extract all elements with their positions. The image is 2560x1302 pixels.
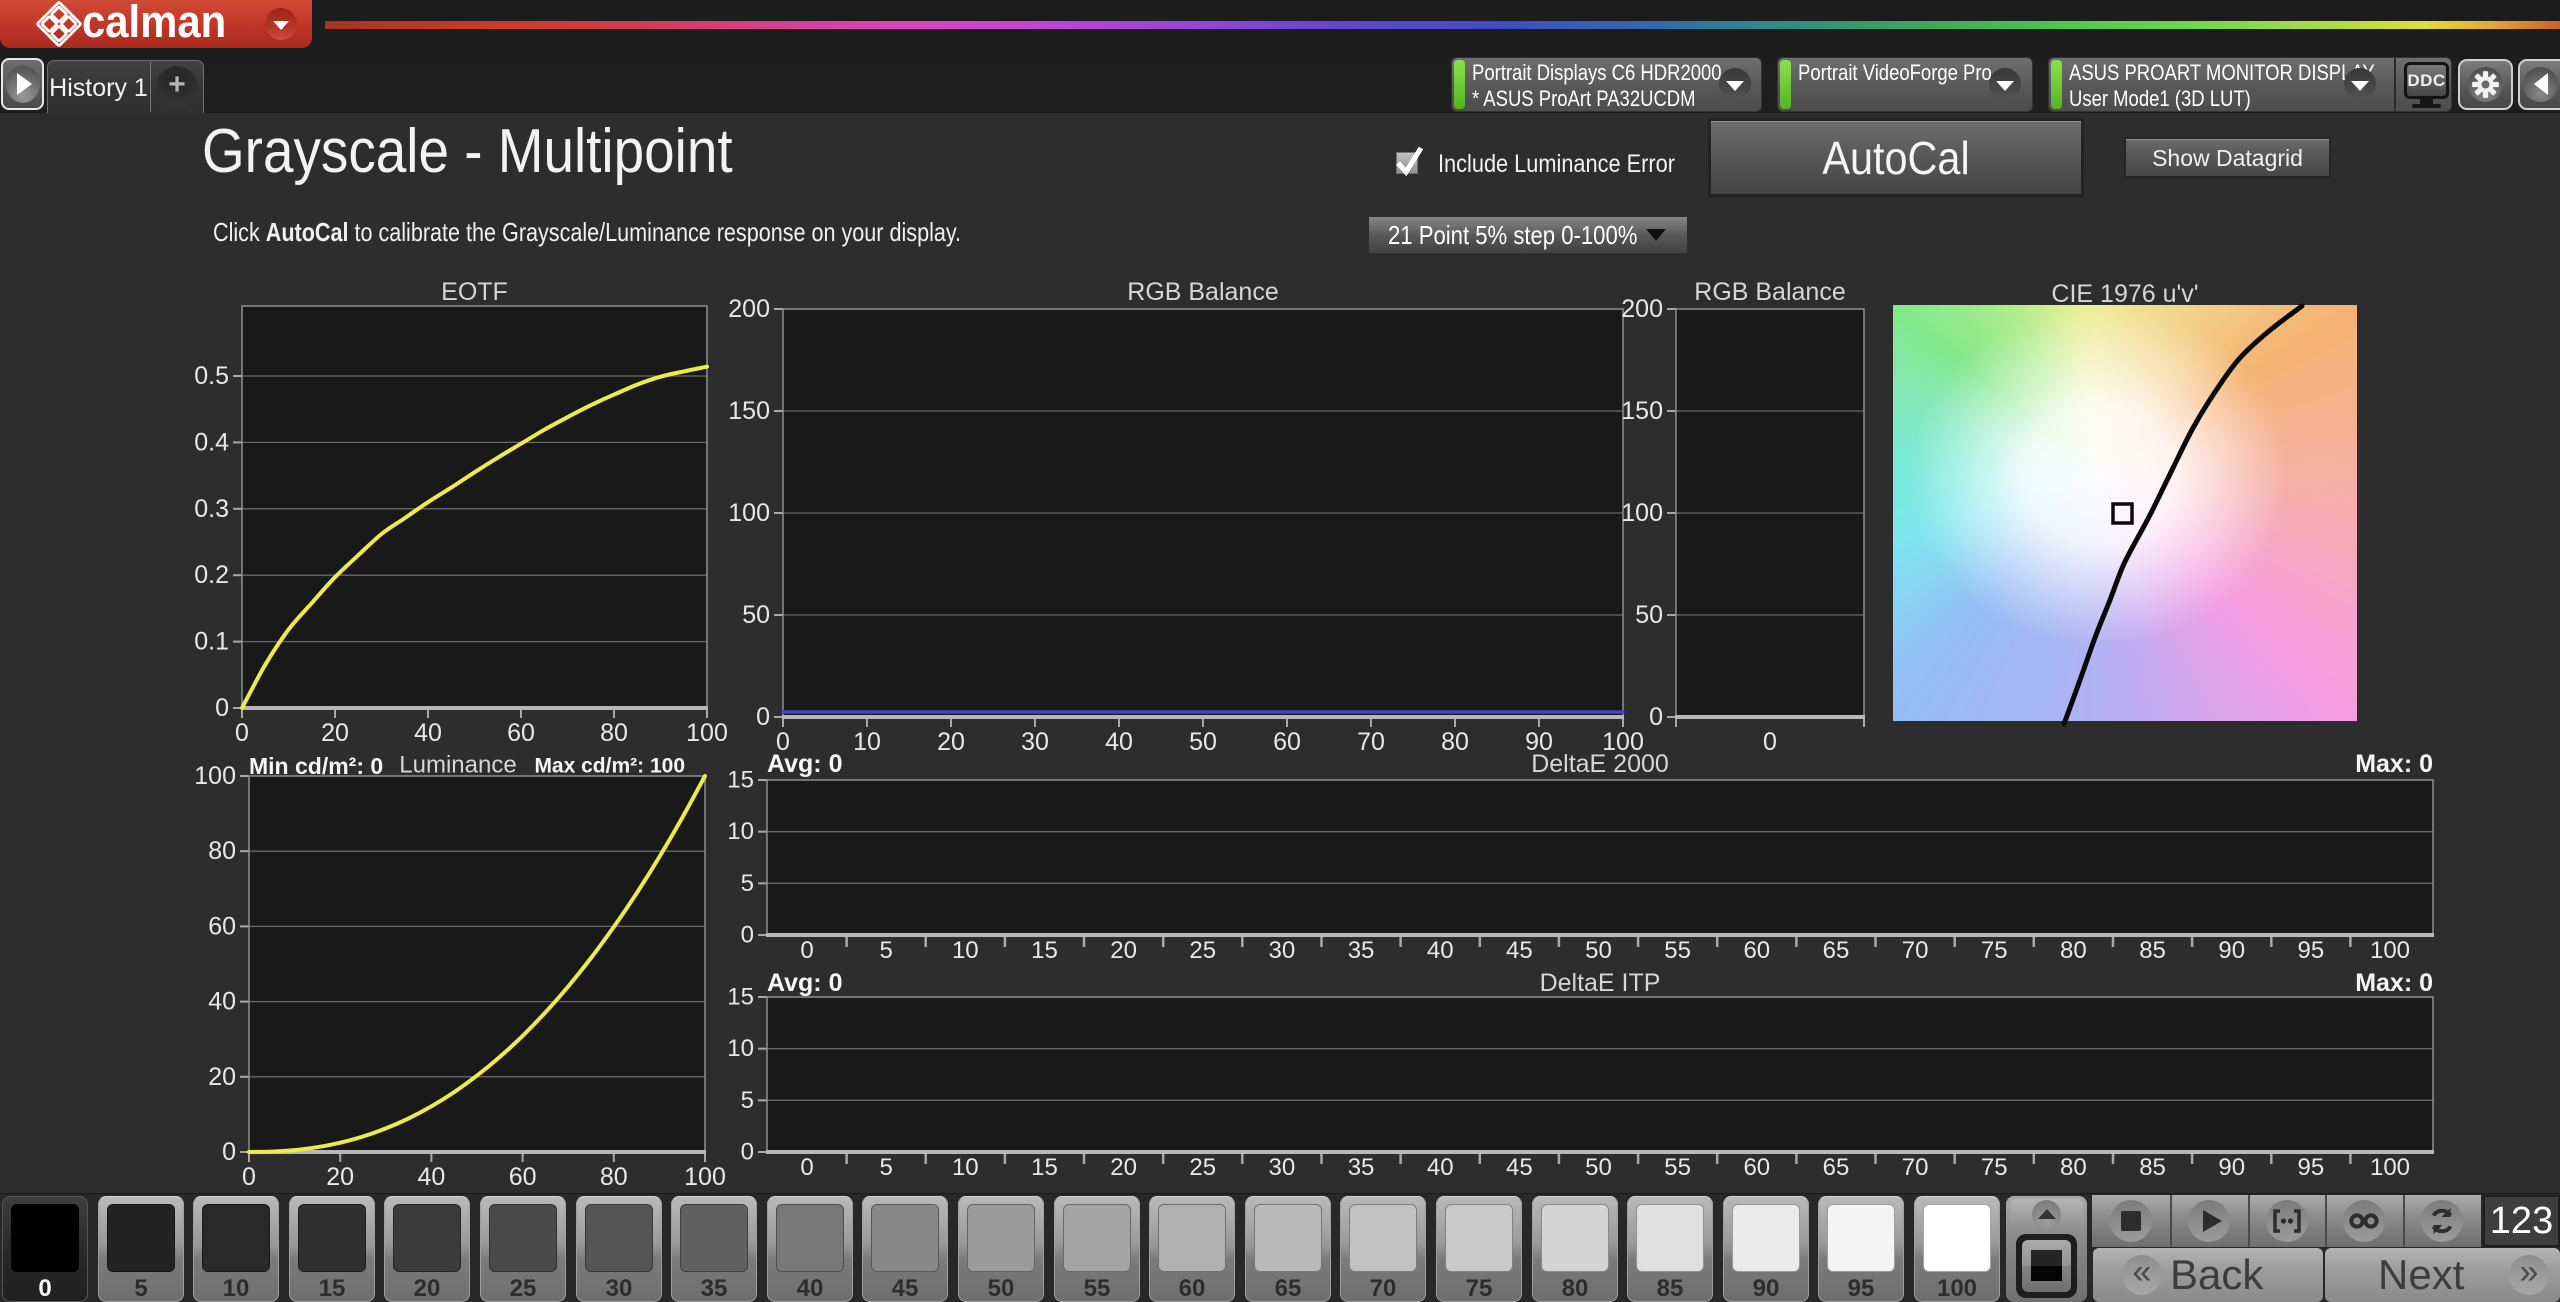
svg-text:5: 5	[741, 870, 754, 897]
svg-text:55: 55	[1664, 937, 1691, 964]
svg-text:50: 50	[742, 601, 770, 629]
svg-text:0.2: 0.2	[194, 561, 229, 589]
svg-text:Max: 0: Max: 0	[2355, 969, 2433, 997]
svg-text:35: 35	[1348, 1154, 1375, 1181]
svg-text:30: 30	[1269, 1154, 1296, 1181]
svg-text:70: 70	[1902, 937, 1929, 964]
svg-text:60: 60	[1743, 1154, 1770, 1181]
svg-text:0.4: 0.4	[194, 428, 229, 456]
svg-text:200: 200	[728, 295, 770, 323]
svg-text:10: 10	[952, 1154, 979, 1181]
svg-text:40: 40	[414, 719, 442, 747]
svg-text:75: 75	[1981, 937, 2008, 964]
svg-text:75: 75	[1981, 1154, 2008, 1181]
svg-text:15: 15	[727, 984, 754, 1011]
svg-text:Max cd/m²: 100: Max cd/m²: 100	[534, 755, 685, 778]
svg-text:150: 150	[728, 397, 770, 425]
svg-text:100: 100	[2370, 1154, 2410, 1181]
svg-text:10: 10	[952, 937, 979, 964]
svg-text:80: 80	[600, 1163, 628, 1191]
svg-text:0: 0	[1649, 703, 1663, 731]
svg-text:10: 10	[727, 1035, 754, 1062]
svg-text:0: 0	[800, 937, 813, 964]
svg-text:55: 55	[1664, 1154, 1691, 1181]
svg-text:100: 100	[194, 762, 236, 790]
svg-text:15: 15	[1031, 937, 1058, 964]
svg-text:85: 85	[2139, 1154, 2166, 1181]
svg-text:20: 20	[321, 719, 349, 747]
svg-text:20: 20	[326, 1163, 354, 1191]
svg-text:100: 100	[728, 499, 770, 527]
svg-text:0: 0	[222, 1138, 236, 1166]
svg-text:40: 40	[1427, 937, 1454, 964]
svg-text:95: 95	[2297, 937, 2324, 964]
svg-text:60: 60	[507, 719, 535, 747]
svg-text:50: 50	[1585, 1154, 1612, 1181]
svg-text:15: 15	[727, 767, 754, 794]
svg-text:DeltaE 2000: DeltaE 2000	[1531, 750, 1669, 778]
svg-text:0.5: 0.5	[194, 362, 229, 390]
svg-text:Min cd/m²: 0: Min cd/m²: 0	[249, 753, 383, 779]
svg-text:5: 5	[879, 1154, 892, 1181]
svg-text:100: 100	[2370, 937, 2410, 964]
svg-text:200: 200	[1621, 295, 1663, 323]
svg-text:RGB Balance: RGB Balance	[1694, 278, 1845, 306]
svg-text:20: 20	[208, 1063, 236, 1091]
svg-text:0: 0	[800, 1154, 813, 1181]
svg-text:100: 100	[684, 1163, 726, 1191]
svg-text:0: 0	[741, 922, 754, 949]
svg-text:0: 0	[741, 1139, 754, 1166]
svg-text:EOTF: EOTF	[441, 278, 508, 306]
svg-text:RGB Balance: RGB Balance	[1127, 278, 1278, 306]
svg-text:60: 60	[509, 1163, 537, 1191]
svg-text:70: 70	[1902, 1154, 1929, 1181]
svg-text:Avg: 0: Avg: 0	[767, 969, 842, 997]
svg-text:0: 0	[235, 719, 249, 747]
svg-text:100: 100	[1621, 499, 1663, 527]
svg-text:0: 0	[756, 703, 770, 731]
svg-text:5: 5	[741, 1087, 754, 1114]
svg-text:0: 0	[242, 1163, 256, 1191]
svg-text:10: 10	[727, 818, 754, 845]
svg-text:60: 60	[1743, 937, 1770, 964]
svg-text:45: 45	[1506, 1154, 1533, 1181]
svg-text:95: 95	[2297, 1154, 2324, 1181]
svg-text:35: 35	[1348, 937, 1375, 964]
svg-text:40: 40	[208, 988, 236, 1016]
svg-text:45: 45	[1506, 937, 1533, 964]
svg-text:5: 5	[879, 937, 892, 964]
svg-text:20: 20	[1110, 937, 1137, 964]
svg-text:50: 50	[1585, 937, 1612, 964]
svg-text:85: 85	[2139, 937, 2166, 964]
svg-text:DeltaE ITP: DeltaE ITP	[1540, 969, 1661, 997]
svg-text:15: 15	[1031, 1154, 1058, 1181]
svg-text:50: 50	[1635, 601, 1663, 629]
svg-text:80: 80	[208, 837, 236, 865]
svg-text:60: 60	[208, 912, 236, 940]
svg-text:0.3: 0.3	[194, 495, 229, 523]
svg-text:80: 80	[2060, 937, 2087, 964]
svg-text:20: 20	[1110, 1154, 1137, 1181]
svg-text:65: 65	[1823, 937, 1850, 964]
svg-text:Luminance: Luminance	[399, 752, 516, 779]
svg-text:Avg: 0: Avg: 0	[767, 750, 842, 778]
svg-text:80: 80	[2060, 1154, 2087, 1181]
svg-text:30: 30	[1269, 937, 1296, 964]
svg-text:80: 80	[600, 719, 628, 747]
svg-text:65: 65	[1823, 1154, 1850, 1181]
svg-text:Max: 0: Max: 0	[2355, 750, 2433, 778]
svg-text:25: 25	[1189, 1154, 1216, 1181]
svg-text:90: 90	[2218, 1154, 2245, 1181]
svg-text:25: 25	[1189, 937, 1216, 964]
svg-text:40: 40	[1427, 1154, 1454, 1181]
svg-text:150: 150	[1621, 397, 1663, 425]
svg-text:0.1: 0.1	[194, 628, 229, 656]
svg-text:90: 90	[2218, 937, 2245, 964]
svg-text:0: 0	[215, 694, 229, 722]
svg-text:40: 40	[417, 1163, 445, 1191]
